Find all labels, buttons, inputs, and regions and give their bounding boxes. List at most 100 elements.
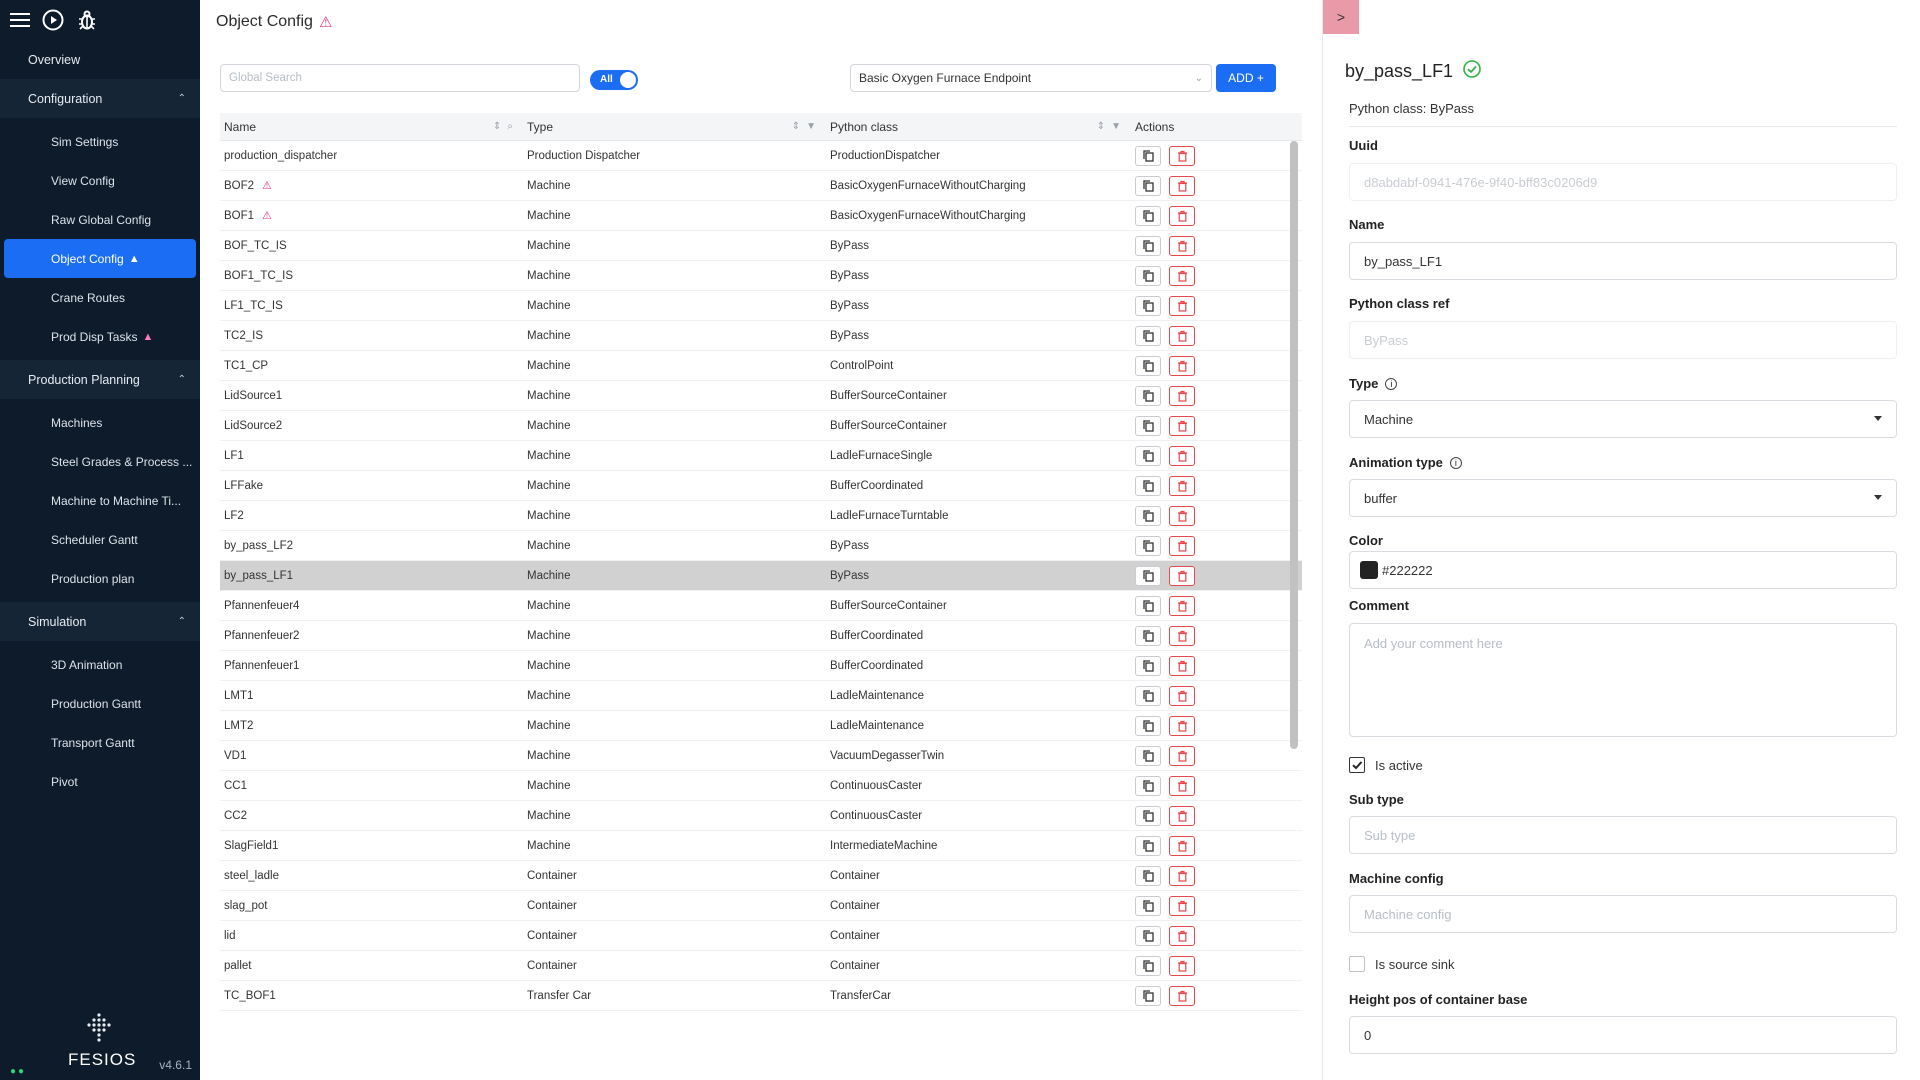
column-type[interactable]: Type ⇕ ▼ (523, 113, 826, 141)
play-circle-icon[interactable] (42, 9, 64, 31)
copy-icon[interactable] (1135, 565, 1161, 586)
table-row[interactable]: lid Container Container (220, 921, 1302, 951)
endpoint-select[interactable]: Basic Oxygen Furnace Endpoint ⌄ (850, 64, 1212, 92)
delete-icon[interactable] (1169, 385, 1195, 406)
bug-icon[interactable] (76, 9, 98, 31)
sidebar-item-production-plan[interactable]: Production plan (0, 559, 200, 598)
table-row[interactable]: LMT2 Machine LadleMaintenance (220, 711, 1302, 741)
animation-type-select[interactable]: buffer (1349, 479, 1897, 517)
copy-icon[interactable] (1135, 325, 1161, 346)
is-active-checkbox[interactable] (1349, 757, 1365, 773)
copy-icon[interactable] (1135, 745, 1161, 766)
table-row[interactable]: BOF1_TC_IS Machine ByPass (220, 261, 1302, 291)
delete-icon[interactable] (1169, 325, 1195, 346)
table-row[interactable]: LidSource2 Machine BufferSourceContainer (220, 411, 1302, 441)
info-icon[interactable]: i (1449, 456, 1462, 469)
delete-icon[interactable] (1169, 355, 1195, 376)
height-pos-field[interactable]: 0 (1349, 1016, 1897, 1054)
sidebar-item-prod-disp-tasks[interactable]: Prod Disp Tasks ▲ (0, 317, 200, 356)
sidebar-item-crane-routes[interactable]: Crane Routes (0, 278, 200, 317)
sidebar-item-object-config[interactable]: Object Config ▲ (4, 239, 196, 278)
table-row[interactable]: BOF2 ⚠ Machine BasicOxygenFurnaceWithoutCha… (220, 171, 1302, 201)
nav-overview[interactable]: Overview (0, 40, 200, 79)
delete-icon[interactable] (1169, 745, 1195, 766)
copy-icon[interactable] (1135, 895, 1161, 916)
delete-icon[interactable] (1169, 985, 1195, 1006)
table-row[interactable]: CC2 Machine ContinuousCaster (220, 801, 1302, 831)
delete-icon[interactable] (1169, 475, 1195, 496)
column-name[interactable]: Name ⇕ ⌕ (220, 113, 523, 141)
copy-icon[interactable] (1135, 685, 1161, 706)
table-row[interactable]: LMT1 Machine LadleMaintenance (220, 681, 1302, 711)
delete-icon[interactable] (1169, 925, 1195, 946)
delete-icon[interactable] (1169, 715, 1195, 736)
delete-icon[interactable] (1169, 235, 1195, 256)
delete-icon[interactable] (1169, 565, 1195, 586)
table-row[interactable]: VD1 Machine VacuumDegasserTwin (220, 741, 1302, 771)
delete-icon[interactable] (1169, 835, 1195, 856)
delete-icon[interactable] (1169, 865, 1195, 886)
sidebar-item-production-gantt[interactable]: Production Gantt (0, 684, 200, 723)
copy-icon[interactable] (1135, 235, 1161, 256)
copy-icon[interactable] (1135, 535, 1161, 556)
all-toggle[interactable]: All (590, 70, 638, 90)
delete-icon[interactable] (1169, 655, 1195, 676)
copy-icon[interactable] (1135, 955, 1161, 976)
add-button[interactable]: ADD + (1216, 64, 1276, 92)
sidebar-item-sim-settings[interactable]: Sim Settings (0, 122, 200, 161)
copy-icon[interactable] (1135, 175, 1161, 196)
info-icon[interactable]: i (1385, 377, 1398, 390)
sidebar-item-view-config[interactable]: View Config (0, 161, 200, 200)
sidebar-item-raw-global-config[interactable]: Raw Global Config (0, 200, 200, 239)
nav-section-configuration[interactable]: Configuration ⌃ (0, 79, 200, 118)
delete-icon[interactable] (1169, 295, 1195, 316)
is-source-sink-checkbox[interactable] (1349, 956, 1365, 972)
copy-icon[interactable] (1135, 625, 1161, 646)
copy-icon[interactable] (1135, 445, 1161, 466)
copy-icon[interactable] (1135, 505, 1161, 526)
copy-icon[interactable] (1135, 925, 1161, 946)
delete-icon[interactable] (1169, 895, 1195, 916)
delete-icon[interactable] (1169, 955, 1195, 976)
delete-icon[interactable] (1169, 205, 1195, 226)
copy-icon[interactable] (1135, 865, 1161, 886)
filter-icon[interactable]: ▼ (1111, 121, 1121, 132)
table-row[interactable]: slag_pot Container Container (220, 891, 1302, 921)
table-row[interactable]: LidSource1 Machine BufferSourceContainer (220, 381, 1302, 411)
table-row[interactable]: SlagField1 Machine IntermediateMachine (220, 831, 1302, 861)
copy-icon[interactable] (1135, 835, 1161, 856)
filter-icon[interactable]: ▼ (806, 121, 816, 132)
sidebar-item-machine-to-machine-ti[interactable]: Machine to Machine Ti... (0, 481, 200, 520)
copy-icon[interactable] (1135, 475, 1161, 496)
copy-icon[interactable] (1135, 805, 1161, 826)
copy-icon[interactable] (1135, 145, 1161, 166)
delete-icon[interactable] (1169, 595, 1195, 616)
table-row[interactable]: TC2_IS Machine ByPass (220, 321, 1302, 351)
delete-icon[interactable] (1169, 415, 1195, 436)
sort-icon[interactable]: ⇕ (493, 121, 501, 132)
table-row[interactable]: by_pass_LF1 Machine ByPass (220, 561, 1302, 591)
sidebar-item-transport-gantt[interactable]: Transport Gantt (0, 723, 200, 762)
delete-icon[interactable] (1169, 145, 1195, 166)
sidebar-item-machines[interactable]: Machines (0, 403, 200, 442)
sidebar-item-pivot[interactable]: Pivot (0, 762, 200, 801)
table-row[interactable]: LF1_TC_IS Machine ByPass (220, 291, 1302, 321)
table-row[interactable]: BOF1 ⚠ Machine BasicOxygenFurnaceWithoutCha… (220, 201, 1302, 231)
nav-section-production-planning[interactable]: Production Planning ⌃ (0, 360, 200, 399)
sort-icon[interactable]: ⇕ (792, 121, 800, 132)
delete-icon[interactable] (1169, 505, 1195, 526)
sub-type-field[interactable]: Sub type (1349, 816, 1897, 854)
copy-icon[interactable] (1135, 775, 1161, 796)
copy-icon[interactable] (1135, 655, 1161, 676)
table-row[interactable]: Pfannenfeuer1 Machine BufferCoordinated (220, 651, 1302, 681)
table-row[interactable]: steel_ladle Container Container (220, 861, 1302, 891)
table-row[interactable]: Pfannenfeuer2 Machine BufferCoordinated (220, 621, 1302, 651)
copy-icon[interactable] (1135, 595, 1161, 616)
delete-icon[interactable] (1169, 175, 1195, 196)
copy-icon[interactable] (1135, 265, 1161, 286)
table-row[interactable]: LF2 Machine LadleFurnaceTurntable (220, 501, 1302, 531)
delete-icon[interactable] (1169, 535, 1195, 556)
copy-icon[interactable] (1135, 355, 1161, 376)
menu-icon[interactable] (10, 11, 30, 29)
copy-icon[interactable] (1135, 385, 1161, 406)
